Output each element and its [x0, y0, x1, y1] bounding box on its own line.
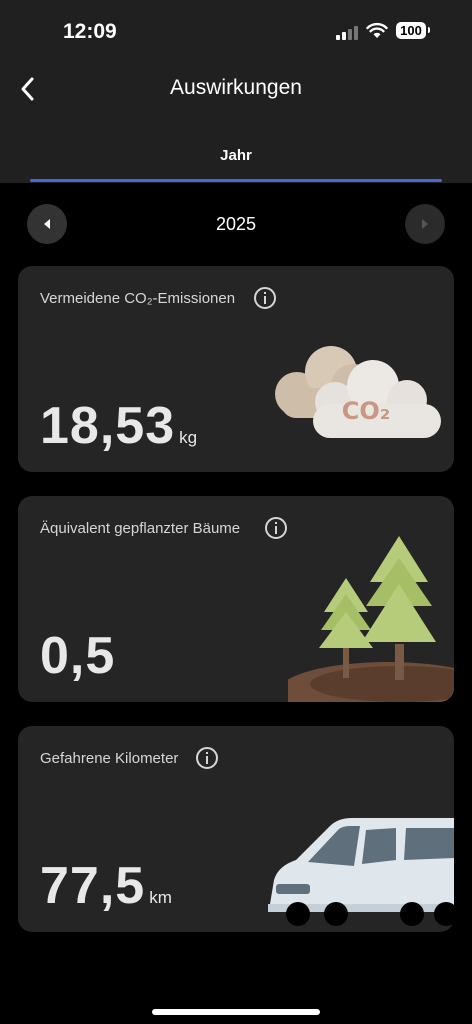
chevron-right-icon — [422, 219, 428, 229]
trees-card: Äquivalent gepflanzter Bäume 0,5 — [18, 496, 454, 702]
tab-indicator — [30, 179, 442, 182]
trees-value-number: 0,5 — [40, 627, 116, 685]
trees-icon — [288, 536, 454, 702]
van-icon — [268, 818, 454, 926]
year-label: 2025 — [215, 214, 257, 234]
co2-illustration-text: CO₂ — [342, 397, 391, 425]
cloud-co2-icon: CO₂ — [275, 346, 441, 438]
year-navigation: 2025 — [0, 204, 472, 246]
trees-label: Äquivalent gepflanzter Bäume — [40, 520, 241, 537]
trees-value: 0,5 — [40, 626, 115, 686]
page-title: Auswirkungen — [170, 76, 302, 99]
info-icon[interactable] — [254, 287, 276, 309]
signal-icon — [336, 26, 360, 40]
wifi-icon — [366, 22, 388, 38]
kilometers-value-number: 77,5 — [40, 857, 146, 915]
co2-label: Vermeidene CO₂-Emissionen — [40, 290, 236, 307]
co2-value-number: 18,53 — [40, 397, 176, 455]
kilometers-unit: km — [149, 888, 172, 907]
kilometers-value: 77,5 km — [40, 856, 172, 916]
kilometers-label: Gefahrene Kilometer — [40, 750, 179, 767]
home-indicator — [152, 1009, 320, 1015]
next-year-button[interactable] — [405, 204, 445, 244]
co2-value: 18,53 kg — [40, 396, 197, 456]
tab-year[interactable]: Jahr — [30, 147, 442, 164]
top-bar: 12:09 100 Auswirkungen Jahr — [0, 0, 472, 183]
co2-unit: kg — [179, 428, 198, 447]
info-icon[interactable] — [196, 747, 218, 769]
info-icon[interactable] — [265, 517, 287, 539]
co2-card: Vermeidene CO₂-Emissionen 18,53 kg CO₂ — [18, 266, 454, 472]
status-time: 12:09 — [63, 20, 117, 43]
battery-icon: 100 — [396, 22, 430, 39]
kilometers-card: Gefahrene Kilometer 77,5 km — [18, 726, 454, 932]
status-bar: 12:09 100 — [0, 0, 472, 60]
